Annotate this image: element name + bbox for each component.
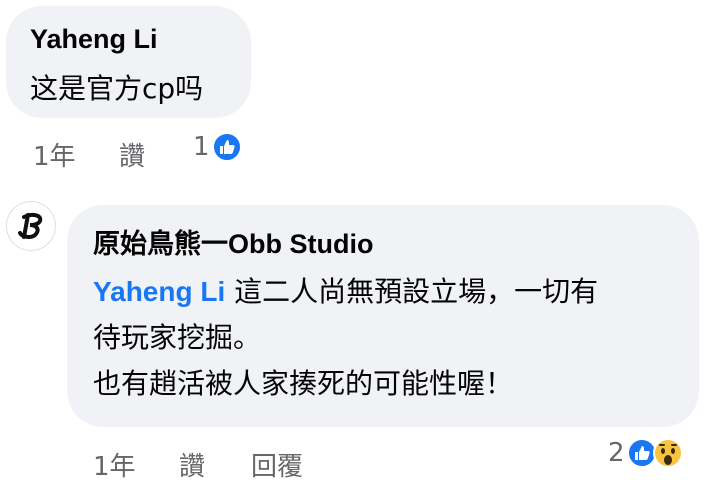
like-button[interactable]: 讚 <box>119 136 145 173</box>
comment-text-line: 這二人尚無預設立場，一切有 <box>225 275 599 308</box>
comment-author[interactable]: Yaheng Li <box>30 22 227 56</box>
comment-text: Yaheng Li 這二人尚無預設立場，一切有 待玩家挖掘。 也有趙活被人家揍死… <box>93 269 673 407</box>
like-button[interactable]: 讚 <box>179 446 205 483</box>
comment-text-line: 也有趙活被人家揍死的可能性喔！ <box>93 367 514 400</box>
comment-text-line: 待玩家挖掘。 <box>93 321 262 354</box>
comment-bubble: 原始鳥熊一Obb Studio Yaheng Li 這二人尚無預設立場，一切有 … <box>67 205 699 427</box>
mention-link[interactable]: Yaheng Li <box>93 276 225 307</box>
comment-bubble: Yaheng Li 这是官方cp吗 <box>6 6 251 118</box>
comment-text: 这是官方cp吗 <box>30 72 204 105</box>
obb-studio-logo-icon <box>18 212 43 239</box>
reaction-summary[interactable]: 2 <box>608 438 683 468</box>
avatar[interactable] <box>6 201 56 251</box>
comment-time[interactable]: 1年 <box>93 446 136 483</box>
reaction-summary[interactable]: 1 <box>193 132 242 162</box>
like-icon <box>211 132 242 162</box>
reaction-count: 2 <box>608 438 625 468</box>
reply-button[interactable]: 回覆 <box>251 446 303 483</box>
comment-author[interactable]: 原始鳥熊一Obb Studio <box>93 227 673 261</box>
comment-time[interactable]: 1年 <box>33 136 76 173</box>
reaction-count: 1 <box>193 132 210 162</box>
wow-icon <box>652 438 683 468</box>
